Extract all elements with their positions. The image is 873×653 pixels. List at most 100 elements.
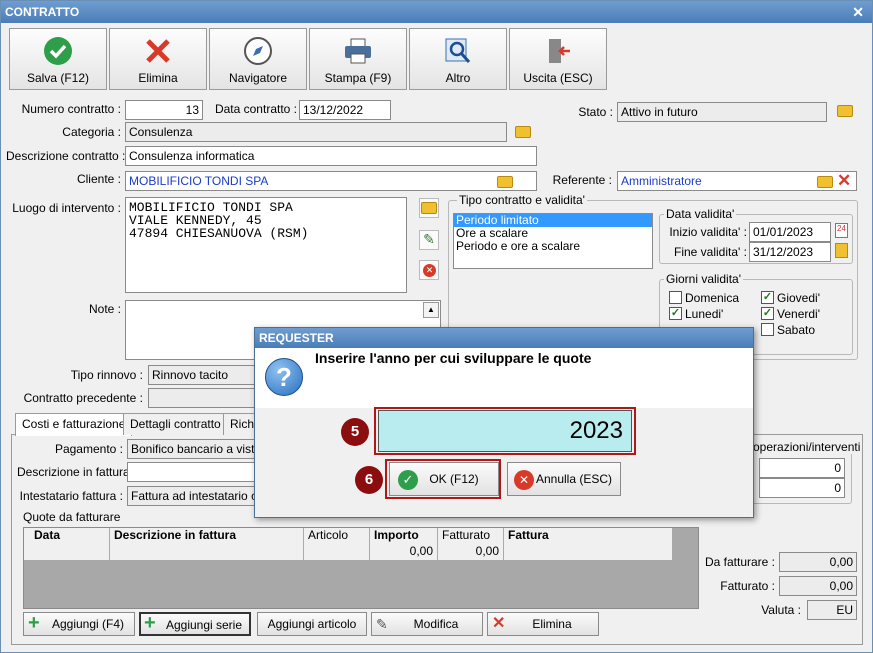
pagamento-label: Pagamento :	[54, 442, 123, 456]
luogo-textarea[interactable]: MOBILIFICIO TONDI SPA VIALE KENNEDY, 45 …	[125, 197, 407, 293]
giovedi-label: Giovedi'	[777, 291, 820, 305]
pagamento-input[interactable]: Bonifico bancario a vista	[127, 439, 257, 459]
fine-input[interactable]: 31/12/2023	[749, 242, 831, 262]
cliente-label: Cliente :	[76, 172, 121, 186]
tab-richieste[interactable]: Richi	[223, 413, 257, 435]
cliente-input[interactable]: MOBILIFICIO TONDI SPA	[125, 171, 537, 191]
descrizione-input[interactable]: Consulenza informatica	[125, 146, 537, 166]
print-button[interactable]: Stampa (F9)	[309, 28, 407, 90]
valuta-label: Valuta :	[761, 603, 801, 617]
close-icon[interactable]: ✕	[852, 1, 864, 23]
row-fatturato: 0,00	[438, 544, 504, 560]
stato-input[interactable]: Attivo in futuro	[617, 102, 827, 122]
note-label: Note :	[88, 302, 121, 316]
tipo-contratto-list[interactable]: Periodo limitato Ore a scalare Periodo e…	[453, 213, 653, 269]
categoria-folder-icon[interactable]	[515, 126, 531, 138]
descr-fatt-input[interactable]	[127, 462, 257, 482]
descrizione-label: Descrizione contratto :	[6, 149, 126, 163]
navigator-button[interactable]: Navigatore	[209, 28, 307, 90]
lunedi-label: Lunedi'	[685, 307, 724, 321]
fine-calendar-icon[interactable]	[835, 243, 848, 258]
aggiungi-articolo-button[interactable]: Aggiungi articolo	[257, 612, 367, 636]
col-fattura: Fattura	[508, 528, 549, 542]
question-icon: ?	[265, 358, 303, 396]
fatturato-input[interactable]: 0,00	[779, 576, 857, 596]
note-scroll-up-icon[interactable]: ▲	[423, 302, 439, 318]
stato-label: Stato :	[578, 105, 613, 119]
highlight-year-box	[374, 407, 636, 455]
data-label: Data contratto :	[214, 102, 297, 116]
plus-icon: +	[144, 612, 156, 634]
operazioni-input-1[interactable]: 0	[759, 458, 845, 478]
domenica-label: Domenica	[685, 291, 740, 305]
tab-costi[interactable]: Costi e fatturazione	[15, 413, 133, 436]
aggiungi-serie-button[interactable]: + Aggiungi serie	[139, 612, 251, 636]
sabato-label: Sabato	[777, 323, 816, 337]
venerdi-checkbox[interactable]: ✓	[761, 307, 774, 320]
contratto-prec-label: Contratto precedente :	[23, 391, 143, 405]
col-articolo: Articolo	[304, 528, 370, 544]
other-label: Altro	[445, 71, 471, 85]
delete-x-icon: ✕	[492, 615, 506, 632]
checkmark-icon	[10, 35, 106, 67]
tipo-rinnovo-input[interactable]: Rinnovo tacito	[148, 365, 258, 385]
col-importo: Importo	[370, 528, 438, 544]
exit-button[interactable]: Uscita (ESC)	[509, 28, 607, 90]
contract-window: CONTRATTO ✕ Salva (F12) Elimina Navigato…	[0, 0, 873, 653]
cancel-button[interactable]: ✕ Annulla (ESC)	[507, 462, 621, 496]
step-marker-5: 5	[341, 418, 369, 446]
aggiungi-button[interactable]: + Aggiungi (F4)	[23, 612, 135, 636]
other-button[interactable]: Altro	[409, 28, 507, 90]
giovedi-checkbox[interactable]: ✓	[761, 291, 774, 304]
luogo-delete-button[interactable]: ✕	[419, 260, 439, 280]
inizio-input[interactable]: 01/01/2023	[749, 222, 831, 242]
delete-button[interactable]: Elimina	[109, 28, 207, 90]
print-label: Stampa (F9)	[324, 71, 392, 85]
stato-folder-icon[interactable]	[837, 105, 853, 117]
referente-label: Referente :	[552, 173, 612, 187]
quote-grid-header: Data Descrizione in fattura Articolo Imp…	[24, 528, 672, 544]
valuta-input[interactable]: EU	[807, 600, 857, 620]
elimina-button[interactable]: ✕ Elimina	[487, 612, 599, 636]
plus-icon: +	[28, 612, 40, 634]
sabato-checkbox[interactable]	[761, 323, 774, 336]
da-fatturare-input[interactable]: 0,00	[779, 552, 857, 572]
table-row[interactable]: 0,00 0,00	[24, 544, 672, 560]
operazioni-input-2[interactable]: 0	[759, 478, 845, 498]
tipo-contratto-title: Tipo contratto e validita'	[457, 193, 587, 207]
col-descrizione: Descrizione in fattura	[110, 528, 304, 544]
referente-clear-icon[interactable]: ✕	[837, 171, 851, 191]
elimina-label: Elimina	[532, 617, 572, 631]
luogo-folder-button[interactable]	[419, 198, 439, 218]
navigator-label: Navigatore	[228, 71, 288, 85]
luogo-line-3: 47894 CHIESANUOVA (RSM)	[129, 226, 309, 241]
calendar-icon[interactable]: 24	[835, 223, 848, 238]
categoria-input[interactable]: Consulenza	[125, 122, 507, 142]
save-button[interactable]: Salva (F12)	[9, 28, 107, 90]
edit-icon: ✎	[376, 616, 388, 632]
luogo-edit-button[interactable]: ✎	[419, 230, 439, 250]
dialog-title: REQUESTER	[255, 328, 753, 348]
data-input[interactable]: 13/12/2022	[299, 100, 391, 120]
modifica-button[interactable]: ✎ Modifica	[371, 612, 483, 636]
aggiungi-articolo-label: Aggiungi articolo	[267, 617, 357, 631]
tipo-option-3[interactable]: Periodo e ore a scalare	[454, 240, 652, 253]
contratto-prec-input[interactable]	[148, 388, 258, 408]
tab-dettagli[interactable]: Dettagli contratto	[123, 413, 228, 435]
edit-pencil-icon: ✎	[423, 231, 435, 247]
window-title: CONTRATTO	[5, 5, 80, 19]
fine-label: Fine validita' :	[674, 245, 747, 259]
dialog-message: Inserire l'anno per cui sviluppare le qu…	[315, 350, 592, 366]
domenica-checkbox[interactable]	[669, 291, 682, 304]
descr-fatt-label: Descrizione in fattura	[17, 465, 130, 479]
lunedi-checkbox[interactable]: ✓	[669, 307, 682, 320]
referente-folder-icon[interactable]	[817, 176, 833, 188]
data-validita-title: Data validita'	[664, 207, 737, 221]
cliente-folder-icon[interactable]	[497, 176, 513, 188]
numero-input[interactable]: 13	[125, 100, 203, 120]
fatturato-label: Fatturato :	[720, 579, 775, 593]
operazioni-label: operazioni/interventi	[753, 440, 861, 454]
tipo-rinnovo-label: Tipo rinnovo :	[70, 368, 143, 382]
compass-icon	[210, 35, 306, 67]
intestatario-input[interactable]: Fattura ad intestatario co	[127, 486, 257, 506]
